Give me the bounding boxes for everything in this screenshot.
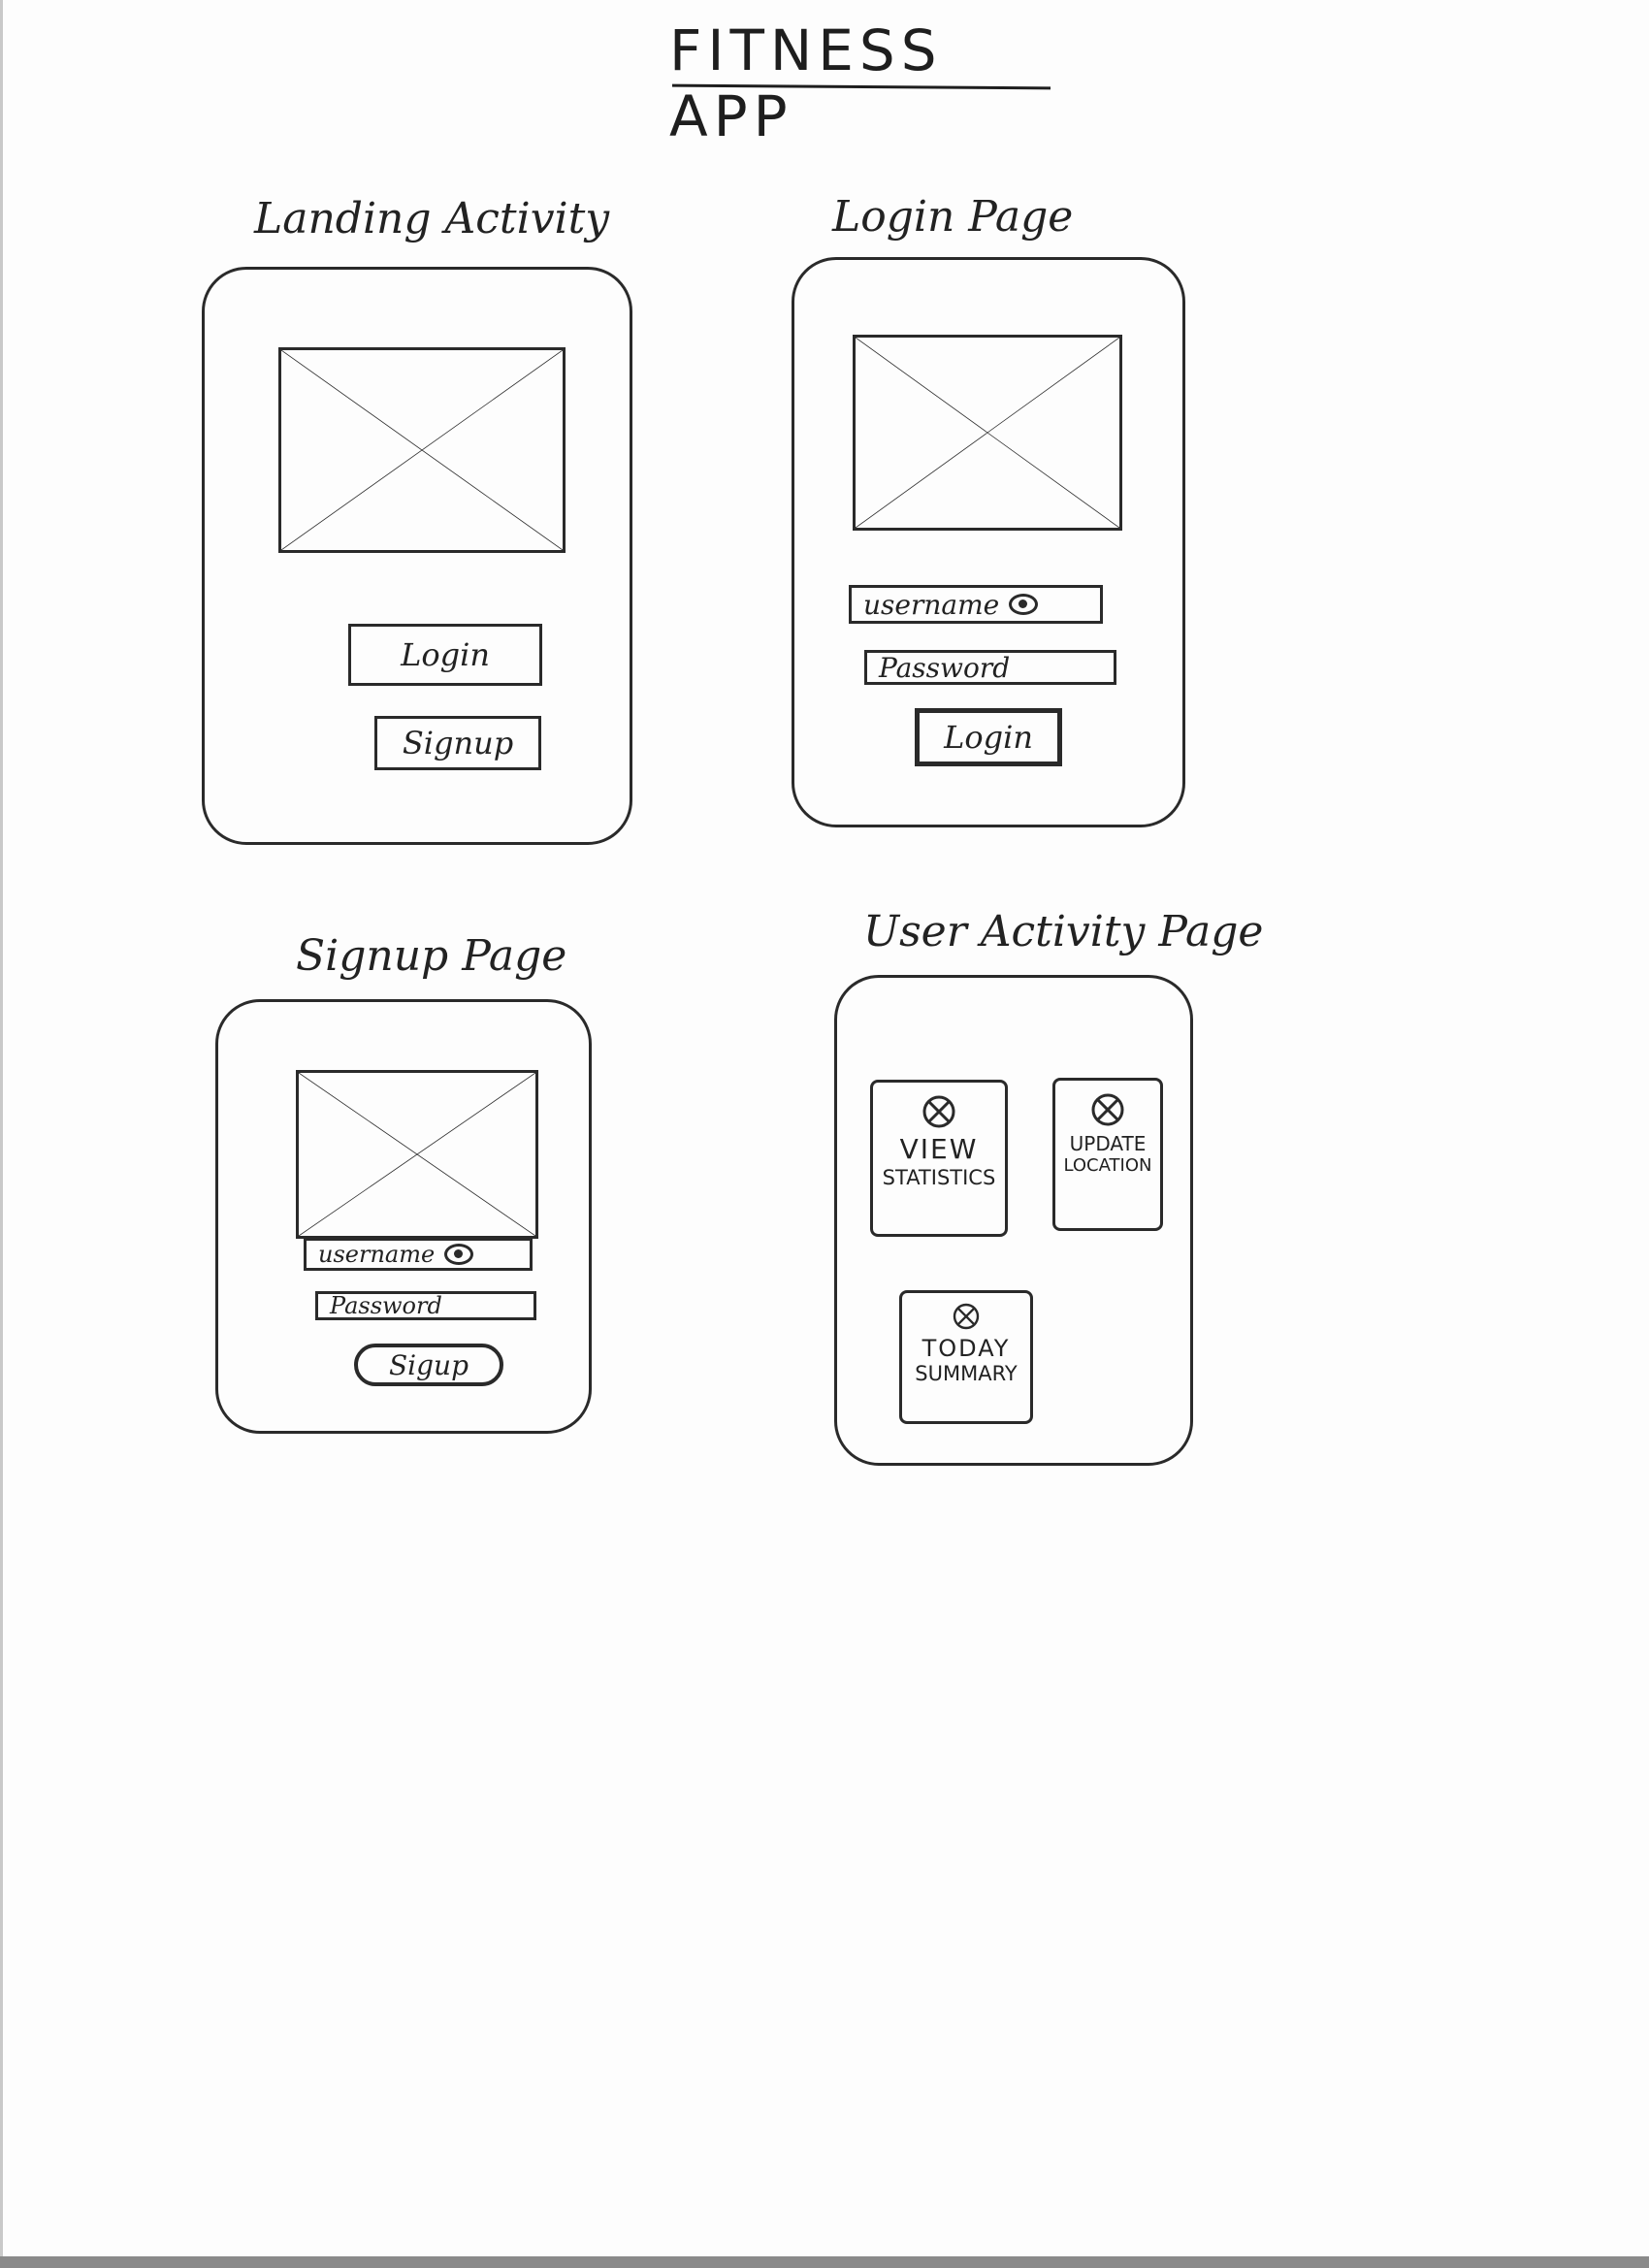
login-submit-button[interactable]: Login xyxy=(915,708,1062,766)
tile-subtitle: LOCATION xyxy=(1063,1155,1152,1176)
user-activity-screen-label: User Activity Page xyxy=(863,907,1264,956)
signup-password-field[interactable]: Password xyxy=(315,1291,536,1320)
signup-password-text: Password xyxy=(330,1292,442,1319)
view-statistics-tile[interactable]: VIEW STATISTICS xyxy=(870,1080,1008,1237)
tile-title: UPDATE xyxy=(1069,1132,1147,1155)
placeholder-cross-icon xyxy=(281,350,563,550)
eye-icon[interactable] xyxy=(444,1244,474,1265)
landing-login-button[interactable]: Login xyxy=(348,624,542,686)
landing-signup-button[interactable]: Signup xyxy=(374,716,541,770)
login-password-text: Password xyxy=(879,651,1011,684)
login-screen-label: Login Page xyxy=(832,192,1074,242)
login-image-placeholder xyxy=(853,335,1122,531)
login-username-field[interactable]: username xyxy=(849,585,1103,624)
signup-phone-frame: username Password Sigup xyxy=(215,999,592,1434)
signup-username-text: username xyxy=(318,1241,436,1268)
signup-image-placeholder xyxy=(296,1070,538,1239)
crossed-circle-icon xyxy=(1091,1093,1124,1126)
tile-subtitle: SUMMARY xyxy=(915,1362,1018,1386)
crossed-circle-icon xyxy=(953,1303,980,1330)
login-password-field[interactable]: Password xyxy=(864,650,1116,685)
landing-phone-frame: Login Signup xyxy=(202,267,632,845)
sketch-sheet: FITNESS APP Landing Activity Login Signu… xyxy=(0,0,1649,2268)
crossed-circle-icon xyxy=(922,1095,955,1128)
update-location-tile[interactable]: UPDATE LOCATION xyxy=(1052,1078,1163,1231)
tile-subtitle: STATISTICS xyxy=(882,1165,996,1189)
tile-title: VIEW xyxy=(899,1133,979,1165)
landing-image-placeholder xyxy=(278,347,566,553)
today-summary-tile[interactable]: TODAY SUMMARY xyxy=(899,1290,1033,1424)
placeholder-cross-icon xyxy=(299,1073,535,1236)
signup-screen-label: Signup Page xyxy=(296,931,567,981)
landing-screen-label: Landing Activity xyxy=(254,194,610,243)
scan-edge-bottom xyxy=(0,2256,1649,2268)
eye-icon[interactable] xyxy=(1009,594,1039,615)
tile-title: TODAY xyxy=(922,1335,1011,1362)
user-activity-phone-frame: VIEW STATISTICS UPDATE LOCATION TODAY SU… xyxy=(834,975,1193,1466)
signup-username-field[interactable]: username xyxy=(304,1238,533,1271)
scan-edge-left xyxy=(0,0,3,2268)
placeholder-cross-icon xyxy=(856,338,1119,528)
signup-submit-button[interactable]: Sigup xyxy=(354,1344,503,1386)
login-phone-frame: username Password Login xyxy=(792,257,1185,827)
app-title: FITNESS APP xyxy=(669,17,943,149)
login-username-text: username xyxy=(863,588,1000,621)
